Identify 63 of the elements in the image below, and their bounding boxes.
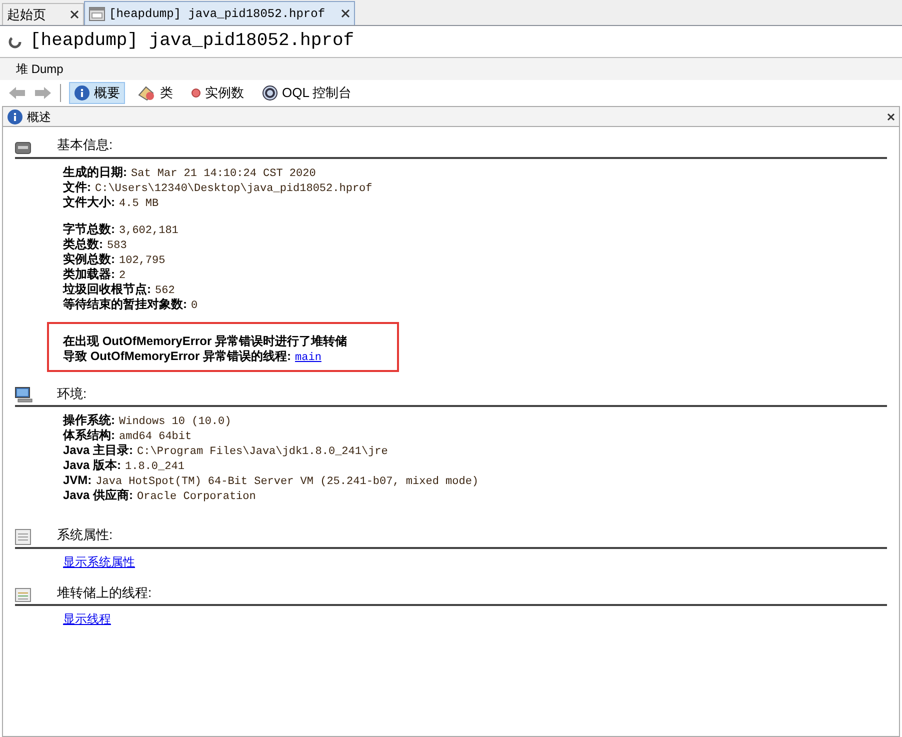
info-value: Sat Mar 21 14:10:24 CST 2020 — [131, 166, 316, 182]
computer-icon — [15, 387, 33, 403]
info-label: JVM: — [63, 472, 92, 489]
show-link[interactable]: 显示线程 — [63, 610, 111, 628]
console-icon — [262, 85, 278, 101]
table-icon — [15, 588, 31, 602]
info-label: 类加载器: — [63, 266, 115, 282]
section-heading: 系统属性: — [57, 526, 113, 544]
toolbar-tab[interactable]: 实例数 — [186, 82, 249, 104]
info-label: 实例总数: — [63, 250, 115, 268]
document-icon — [15, 528, 31, 544]
info-label: 等待结束的暂挂对象数: — [63, 296, 187, 312]
window-title: [heapdump] java_pid18052.hprof — [30, 30, 354, 53]
dot-icon — [191, 88, 201, 98]
info-label: 体系结构: — [63, 427, 115, 444]
info-value: Windows 10 (10.0) — [119, 415, 232, 430]
notice-text: 在出现 OutOfMemoryError 异常错误时进行了堆转储 — [63, 332, 348, 350]
info-label: Java 供应商: — [63, 487, 134, 504]
info-value: 2 — [119, 268, 126, 282]
panel-title: 概述 — [27, 108, 52, 126]
info-value: 3,602,181 — [119, 224, 178, 238]
info-label: 文件: — [63, 178, 91, 196]
info-label: 类总数: — [63, 236, 103, 252]
notice-text: 导致 OutOfMemoryError 异常错误的线程: — [63, 348, 292, 364]
close-icon[interactable] — [887, 112, 895, 120]
info-value: Oracle Corporation — [137, 490, 256, 505]
memory-icon — [15, 140, 31, 154]
info-label: 垃圾回收根节点: — [63, 280, 151, 298]
section-heading: 堆转储上的线程: — [57, 584, 152, 602]
shapes-icon — [138, 85, 156, 101]
show-link[interactable]: 显示系统属性 — [63, 552, 135, 570]
document-tab[interactable]: [heapdump] java_pid18052.hprof — [84, 1, 356, 25]
tab-label: 起始页 — [7, 6, 46, 24]
section-heading: 基本信息: — [57, 136, 113, 154]
info-label: 生成的日期: — [63, 164, 127, 180]
loading-icon — [8, 34, 22, 48]
info-label: 操作系统: — [63, 412, 115, 428]
tab-label: [heapdump] java_pid18052.hprof — [109, 6, 326, 22]
info-value: 0 — [191, 298, 198, 314]
info-value: 4.5 MB — [119, 196, 159, 212]
section-heading: 环境: — [57, 384, 87, 402]
info-icon — [74, 85, 90, 101]
info-value: C:\Users\12340\Desktop\java_pid18052.hprof — [95, 182, 372, 196]
close-icon[interactable] — [341, 9, 350, 18]
toolbar-tab[interactable]: 类 — [133, 82, 178, 104]
info-value: 1.8.0_241 — [125, 460, 184, 475]
document-tab[interactable]: 起始页 — [2, 3, 84, 25]
window-icon — [89, 6, 105, 20]
toolbar-tab[interactable]: 概要 — [69, 82, 125, 104]
info-value: amd64 64bit — [119, 430, 192, 444]
info-value: Java HotSpot(TM) 64-Bit Server VM (25.241-b07, mixed mode) — [96, 475, 479, 488]
close-icon[interactable] — [70, 10, 79, 19]
info-label: 文件大小: — [63, 194, 115, 210]
toolbar-tab[interactable]: OQL 控制台 — [257, 82, 357, 104]
info-value: 583 — [107, 238, 127, 253]
info-label: Java 版本: — [63, 457, 122, 474]
info-label: 字节总数: — [63, 220, 115, 238]
dump-tab[interactable]: 堆 Dump — [16, 60, 64, 78]
info-value: 562 — [155, 284, 175, 298]
info-label: Java 主目录: — [63, 442, 134, 458]
info-value: 102,795 — [119, 254, 166, 268]
thread-link[interactable]: main — [295, 350, 322, 366]
info-value: C:\Program Files\Java\jdk1.8.0_241\jre — [137, 445, 388, 460]
